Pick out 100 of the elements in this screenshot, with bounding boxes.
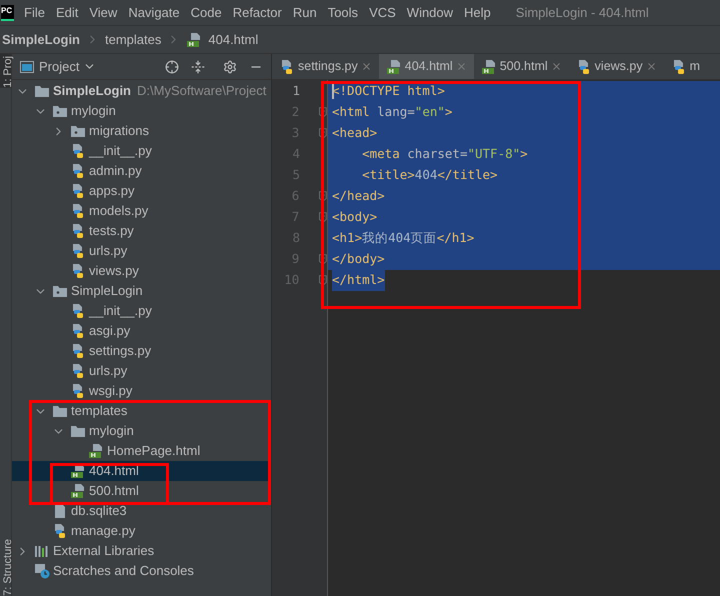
tree-item[interactable]: manage.py [12, 521, 271, 541]
python-file-icon [70, 183, 86, 199]
panel-icon [20, 60, 34, 72]
close-icon[interactable] [646, 61, 657, 72]
tree-item[interactable]: apps.py [12, 181, 271, 201]
item-label: 404.html [89, 462, 139, 480]
menu-item[interactable]: Navigate [128, 2, 180, 22]
item-label: Scratches and Consoles [53, 562, 194, 580]
editor-tab[interactable]: settings.py [272, 54, 379, 79]
editor-tab[interactable]: 500.html [474, 54, 569, 79]
editor-tab[interactable]: views.py [568, 54, 664, 79]
panel-title[interactable]: Project [39, 56, 80, 76]
fold-marker-icon[interactable] [319, 107, 327, 118]
scratches-icon [34, 563, 50, 579]
menu-item[interactable]: Window [406, 2, 454, 22]
fold-marker-icon[interactable] [319, 128, 327, 139]
python-file-icon [70, 243, 86, 259]
python-file-icon [52, 523, 68, 539]
tree-item[interactable]: views.py [12, 261, 271, 281]
item-label: admin.py [89, 162, 142, 180]
tree-item[interactable]: External Libraries [12, 541, 271, 561]
tree-item[interactable]: __init__.py [12, 141, 271, 161]
tree-item[interactable]: 500.html [12, 481, 271, 501]
html-file-icon [186, 32, 202, 48]
tree-item[interactable]: asgi.py [12, 321, 271, 341]
tree-item[interactable]: admin.py [12, 161, 271, 181]
tree-item[interactable]: urls.py [12, 361, 271, 381]
tree-item[interactable]: wsgi.py [12, 381, 271, 401]
menu-item[interactable]: Run [292, 2, 317, 22]
item-label: urls.py [89, 362, 128, 380]
tree-item[interactable]: mylogin [12, 101, 271, 121]
tree-item[interactable]: migrations [12, 121, 271, 141]
python-file-icon [70, 343, 86, 359]
tree-item[interactable]: SimpleLogin D:\MySoftware\Project [12, 81, 271, 101]
breadcrumb-item[interactable]: templates [105, 30, 162, 50]
settings-icon[interactable] [223, 60, 237, 74]
menu-item[interactable]: View [89, 2, 118, 22]
tree-item[interactable]: tests.py [12, 221, 271, 241]
html-file-icon [480, 58, 497, 74]
fold-marker-icon[interactable] [319, 254, 327, 265]
menu-item[interactable]: Help [464, 2, 491, 22]
tree-item[interactable]: SimpleLogin [12, 281, 271, 301]
menu-item[interactable]: Refactor [232, 2, 282, 22]
tree-item[interactable]: urls.py [12, 241, 271, 261]
item-label: __init__.py [89, 142, 152, 160]
tree-item[interactable]: settings.py [12, 341, 271, 361]
breadcrumb-item[interactable]: SimpleLogin [2, 30, 80, 50]
fold-marker-icon[interactable] [319, 212, 327, 223]
item-label: tests.py [89, 222, 134, 240]
python-file-icon [70, 363, 86, 379]
menu-item[interactable]: File [24, 2, 45, 22]
item-label: views.py [89, 262, 139, 280]
python-file-icon [70, 383, 86, 399]
menu-item[interactable]: Tools [328, 2, 358, 22]
package-folder-icon [52, 104, 68, 118]
python-file-icon [70, 203, 86, 219]
project-tool-tab[interactable]: 1: Proj [0, 54, 11, 88]
item-label: SimpleLogin [71, 282, 143, 300]
fold-marker-icon[interactable] [319, 191, 327, 202]
code-line: </html> [328, 270, 720, 291]
item-label: External Libraries [53, 542, 154, 560]
close-icon[interactable] [550, 61, 562, 72]
item-label: db.sqlite3 [71, 502, 127, 520]
item-label: urls.py [89, 242, 128, 260]
menu-item[interactable]: VCS [369, 2, 396, 22]
menu-item[interactable]: Edit [56, 2, 78, 22]
folder-icon [52, 404, 68, 418]
tree-item[interactable]: __init__.py [12, 301, 271, 321]
item-label: templates [71, 402, 128, 420]
item-label: asgi.py [89, 322, 130, 340]
locate-icon[interactable] [165, 60, 179, 74]
structure-tool-tab[interactable]: 7: Structure [0, 539, 11, 596]
breadcrumb-item[interactable]: 404.html [208, 30, 258, 50]
html-file-icon [70, 483, 86, 499]
tree-item[interactable]: mylogin [12, 421, 271, 441]
package-folder-icon [70, 124, 86, 138]
item-label: mylogin [89, 422, 134, 440]
app-logo: PC [1, 4, 14, 20]
tree-item[interactable]: templates [12, 401, 271, 421]
item-label: settings.py [89, 342, 152, 360]
tree-item[interactable]: HomePage.html [12, 441, 271, 461]
fold-marker-icon[interactable] [319, 275, 327, 286]
tree-item[interactable]: Scratches and Consoles [12, 561, 271, 581]
item-label: apps.py [89, 182, 135, 200]
editor-tab[interactable]: 404.html [378, 54, 474, 79]
tree-item[interactable]: models.py [12, 201, 271, 221]
collapse-all-icon[interactable] [191, 60, 205, 74]
item-label: models.py [89, 202, 148, 220]
item-label: migrations [89, 122, 149, 140]
item-label: manage.py [71, 522, 136, 540]
tree-item[interactable]: db.sqlite3 [12, 501, 271, 521]
text-caret [332, 84, 334, 99]
python-file-icon [70, 143, 86, 159]
folder-icon [70, 424, 86, 438]
editor-tab[interactable]: m [664, 54, 708, 79]
menu-item[interactable]: Code [190, 2, 222, 22]
html-file-icon [88, 443, 104, 459]
libraries-icon [34, 544, 50, 558]
file-icon [52, 503, 68, 519]
close-icon[interactable] [360, 61, 372, 72]
